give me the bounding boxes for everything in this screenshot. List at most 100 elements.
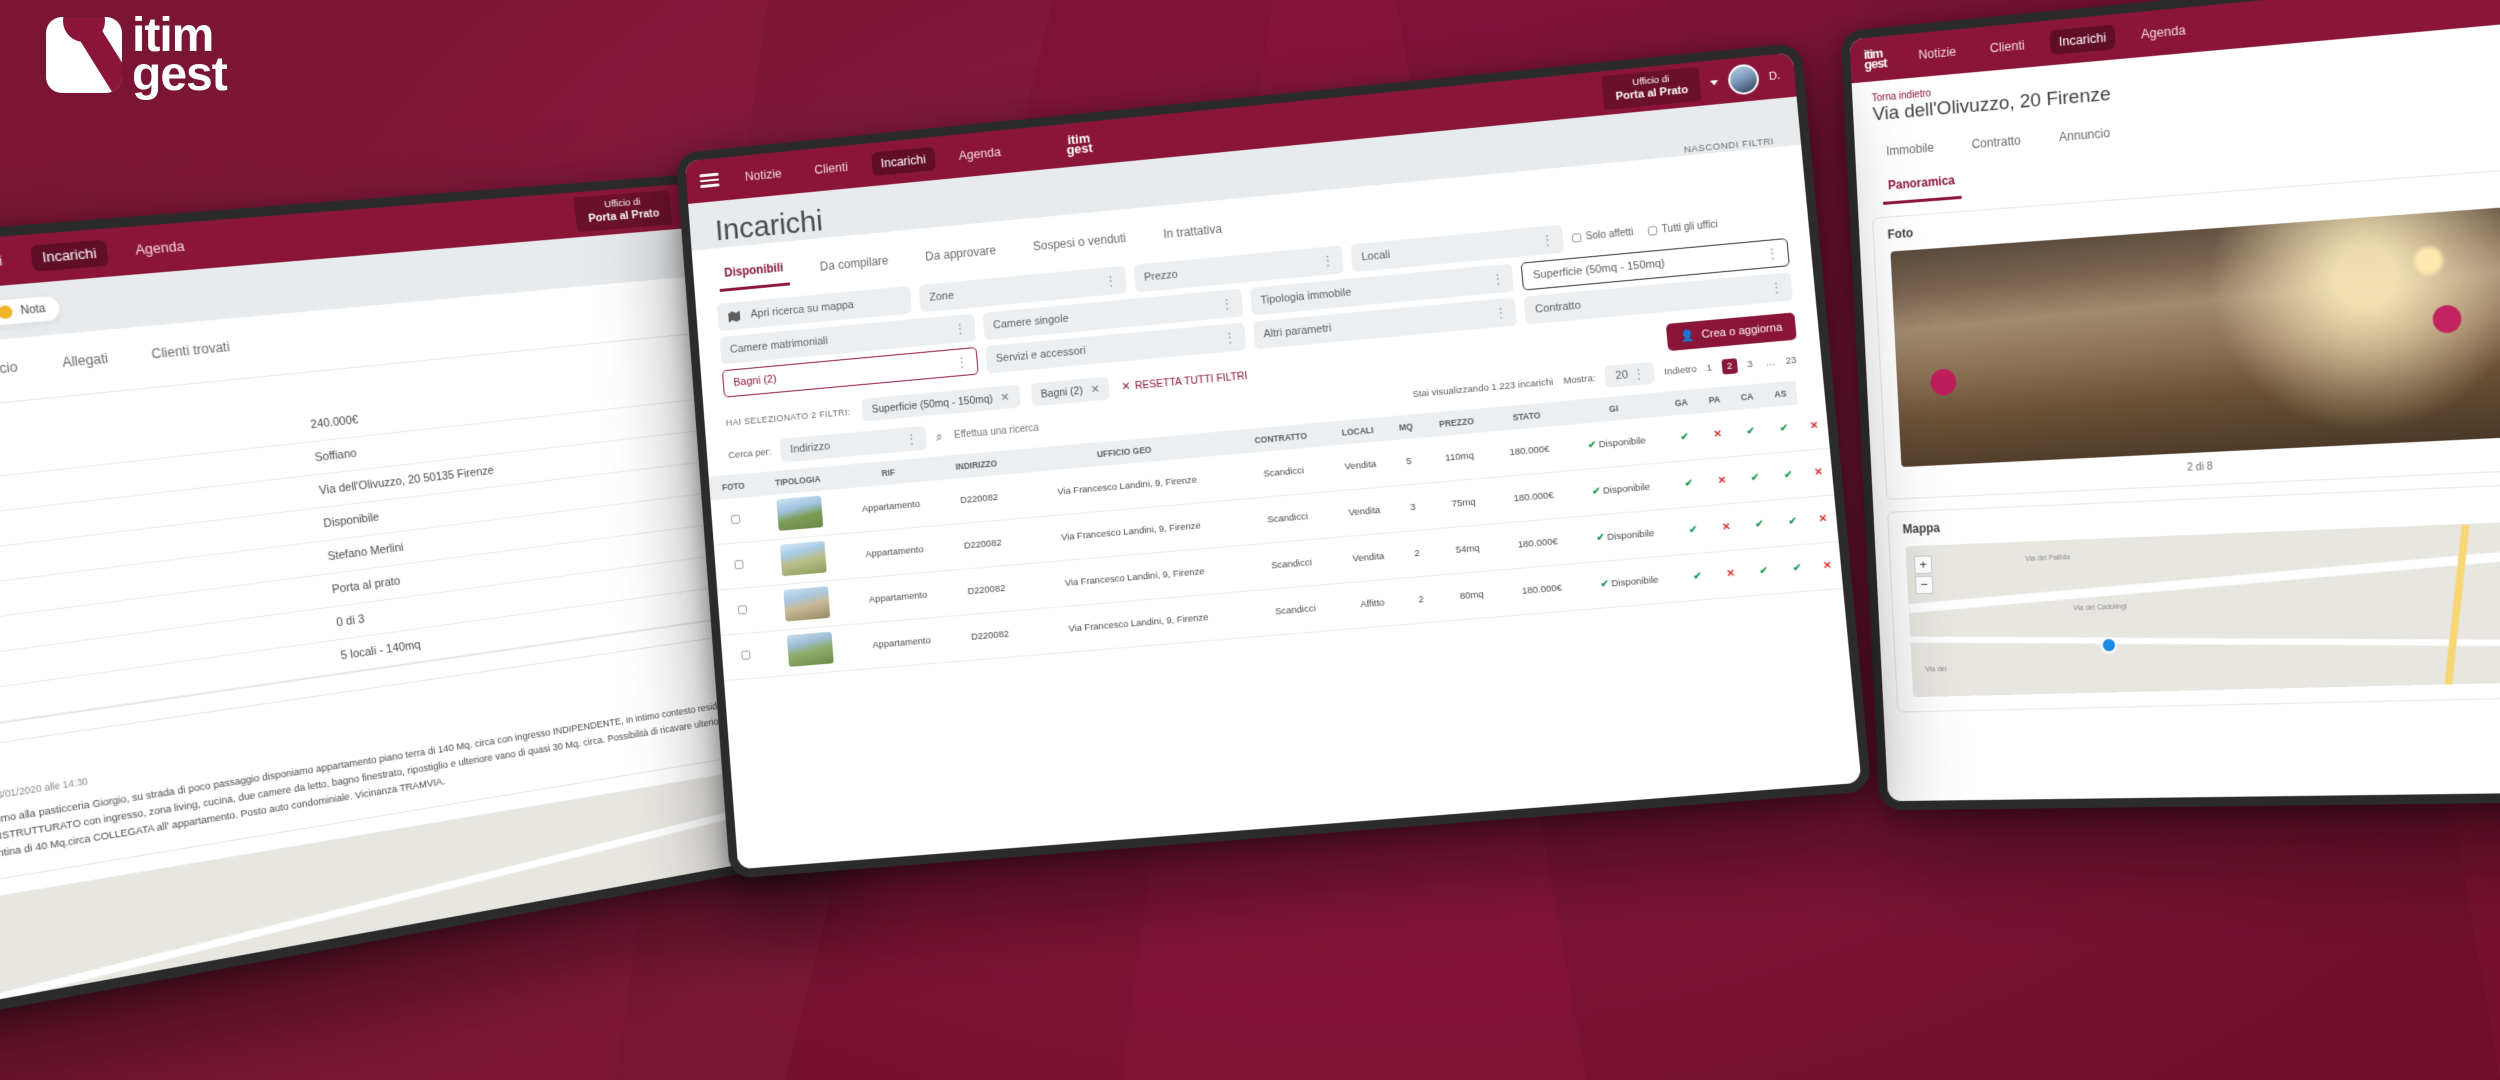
column-header-ga[interactable]: GA (1663, 389, 1700, 417)
chevron-down-icon: ⋮ (953, 321, 966, 337)
note-label: Nota (19, 302, 47, 317)
tab-disponibili[interactable]: Disponibili (717, 251, 791, 292)
map-zoom-in-button[interactable]: + (1913, 555, 1933, 575)
map-street-label: Via dei Cadolingi (2073, 603, 2128, 613)
cell-stato: ✔ Disponibile (1577, 554, 1683, 610)
note-chip[interactable]: Nota (0, 294, 63, 328)
nav-item-incarichi[interactable]: Incarichi (30, 239, 109, 272)
check-icon: ✔ (1595, 532, 1605, 544)
checkbox-tutti-uffici[interactable]: Tutti gli uffici (1647, 219, 1718, 237)
flag-cross-icon: ✕ (1703, 456, 1741, 506)
cell-locali: 2 (1397, 529, 1437, 579)
photo-hotspot[interactable] (1929, 368, 1957, 396)
checkbox-label: Tutti gli uffici (1661, 218, 1719, 235)
filter-label: Superficie (50mq - 150mq) (1532, 257, 1666, 282)
property-thumbnail[interactable] (783, 586, 831, 622)
pagination-page[interactable]: 3 (1742, 356, 1759, 372)
flag-check-icon: ✔ (1744, 546, 1783, 597)
tab-contratto[interactable]: Contratto (1965, 124, 2028, 161)
reset-filters-button[interactable]: ✕ RESETTA TUTTI FILTRI (1121, 370, 1248, 393)
nav-item-notizie[interactable]: Notizie (1909, 39, 1966, 68)
create-update-button[interactable]: 👤 Crea o aggiorna (1666, 312, 1797, 352)
filter-label: Bagni (2) (733, 373, 777, 389)
property-thumbnail[interactable] (780, 540, 828, 577)
filter-label: Contratto (1534, 299, 1582, 316)
row-checkbox[interactable] (737, 604, 748, 615)
nav-item-notizie[interactable]: Notizie (735, 161, 791, 190)
nav-item-clienti[interactable]: Clienti (0, 247, 15, 279)
brand-line-2: gest (1065, 140, 1094, 158)
show-label: Mostra: (1562, 372, 1596, 387)
nav-item-clienti[interactable]: Clienti (805, 154, 858, 182)
map-marker[interactable] (2100, 636, 2118, 654)
pagination-page[interactable]: 23 (1783, 352, 1800, 368)
flag-check-icon: ✔ (1673, 505, 1713, 555)
lamp-icon (2413, 245, 2444, 276)
close-icon[interactable]: ✕ (1090, 382, 1100, 396)
pagination-page[interactable]: … (1762, 354, 1779, 370)
cell-prezzo: 180.000€ (1498, 517, 1578, 570)
office-selector[interactable]: Ufficio di Porta al Prato (573, 190, 673, 232)
tab-immobile[interactable]: Immobile (1880, 131, 1941, 168)
row-checkbox[interactable] (734, 559, 744, 569)
nav-item-agenda[interactable]: Agenda (2131, 17, 2195, 48)
page-size-select[interactable]: 20 ⋮ (1604, 361, 1656, 389)
avatar[interactable] (1726, 63, 1761, 96)
reset-filters-label: RESETTA TUTTI FILTRI (1134, 369, 1248, 392)
column-header-ca[interactable]: CA (1729, 383, 1766, 411)
cell-locali: 5 (1389, 437, 1429, 487)
map-zoom-out-button[interactable]: − (1914, 575, 1934, 595)
brand-logo: itim gest (46, 11, 228, 99)
flag-cross-icon: ✕ (1699, 410, 1736, 460)
search-icon: ⌕ (935, 428, 944, 444)
pagination-prev[interactable]: Indietro (1664, 363, 1697, 377)
tab-annuncio[interactable]: Annuncio (2052, 116, 2117, 154)
cell-contratto: Affitto (1339, 578, 1406, 630)
pagination-page[interactable]: 1 (1701, 359, 1718, 375)
nav-item-agenda[interactable]: Agenda (949, 139, 1010, 168)
nav-item-clienti[interactable]: Clienti (1980, 32, 2034, 61)
column-header-pa[interactable]: PA (1697, 386, 1732, 414)
nav-item-incarichi[interactable]: Incarichi (2049, 24, 2116, 56)
cell-rif: D220082 (939, 473, 1019, 526)
cell-ufficio: Scandicci (1247, 583, 1344, 638)
column-header-mq[interactable]: MQ (1387, 413, 1425, 441)
hamburger-menu-icon[interactable] (699, 172, 720, 188)
property-map[interactable]: + − Via dei Pallida Via dei Cadolingi Via … (1905, 521, 2500, 698)
checkbox-solo-affetti[interactable]: Solo affetti (1571, 227, 1634, 244)
map-street-label: Via dei Pallida (2025, 554, 2071, 563)
filter-label: Camere matrimoniali (729, 334, 829, 356)
close-icon[interactable]: ✕ (1000, 391, 1010, 405)
map-road (1908, 550, 2500, 614)
checkbox-icon[interactable] (1647, 225, 1658, 236)
photo-hotspot[interactable] (2432, 304, 2463, 334)
pagination-page[interactable]: 2 (1721, 357, 1739, 375)
column-header-as[interactable]: AS (1762, 380, 1799, 408)
chip-label: Superficie (50mq - 150mq) (871, 392, 994, 416)
chevron-down-icon[interactable] (1709, 79, 1719, 86)
property-photo[interactable] (1890, 207, 2500, 468)
tab-allegati[interactable]: Allegati (53, 340, 117, 381)
cell-locali: 2 (1401, 575, 1441, 625)
stato-label: Disponibile (1598, 435, 1647, 451)
row-checkbox[interactable] (741, 649, 751, 660)
flag-cross-icon: ✕ (1708, 502, 1745, 553)
filter-label: Locali (1361, 248, 1391, 264)
tab-panoramica[interactable]: Panoramica (1881, 163, 1962, 205)
row-checkbox[interactable] (731, 514, 741, 524)
selected-filter-chip[interactable]: Superficie (50mq - 150mq) ✕ (861, 384, 1021, 422)
chevron-down-icon: ⋮ (955, 354, 968, 370)
brand-line-2: gest (1863, 55, 1887, 73)
property-thumbnail[interactable] (787, 631, 835, 667)
property-thumbnail[interactable] (776, 495, 824, 531)
flag-check-icon: ✔ (1665, 413, 1704, 463)
chevron-down-icon: ⋮ (1765, 246, 1778, 262)
nav-item-agenda[interactable]: Agenda (123, 233, 196, 265)
office-selector[interactable]: Ufficio di Porta al Prato (1601, 66, 1702, 110)
tab-in-trattativa[interactable]: In trattativa (1156, 212, 1229, 250)
chip-label: Bagni (2) (1040, 384, 1084, 401)
nav-item-incarichi[interactable]: Incarichi (871, 146, 936, 177)
checkbox-icon[interactable] (1571, 232, 1582, 243)
selected-filter-chip[interactable]: Bagni (2) ✕ (1030, 376, 1111, 407)
map-street-label: Via dei (1925, 666, 1947, 674)
